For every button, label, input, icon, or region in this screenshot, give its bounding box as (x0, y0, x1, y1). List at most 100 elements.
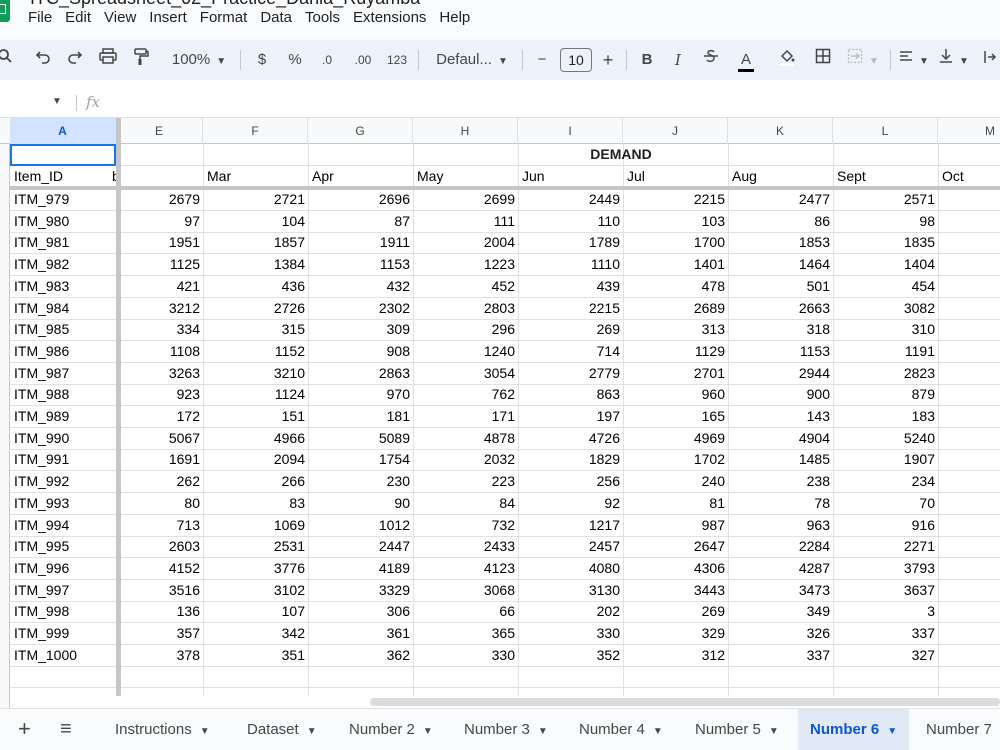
demand-cell[interactable]: 439 (518, 276, 623, 297)
menu-extensions[interactable]: Extensions (353, 9, 426, 29)
demand-cell[interactable]: 4189 (308, 558, 413, 579)
demand-cell[interactable]: 83 (203, 493, 308, 514)
font-size-input[interactable]: 10 (560, 48, 592, 72)
font-size-value[interactable]: 10 (560, 48, 592, 72)
demand-cell[interactable]: 1907 (833, 449, 938, 470)
borders-icon[interactable] (812, 48, 834, 72)
demand-cell[interactable]: 111 (413, 211, 518, 232)
demand-cell[interactable]: 3776 (203, 558, 308, 579)
demand-cell[interactable]: 863 (518, 384, 623, 405)
demand-cell[interactable]: 143 (728, 406, 833, 427)
header-cell[interactable]: Item_ID (10, 166, 116, 187)
demand-cell[interactable]: 2944 (728, 363, 833, 384)
item-id-cell[interactable]: ITM_991 (10, 449, 116, 470)
demand-cell[interactable]: 1789 (518, 232, 623, 253)
demand-cell[interactable]: 2271 (833, 536, 938, 557)
demand-cell[interactable]: 296 (413, 319, 518, 340)
demand-cell[interactable]: 762 (413, 384, 518, 405)
demand-cell[interactable]: 183 (833, 406, 938, 427)
column-header-m[interactable]: M (938, 118, 1000, 144)
demand-cell[interactable]: 2647 (623, 536, 728, 557)
demand-group-header[interactable]: DEMAND (121, 146, 1000, 162)
demand-cell[interactable]: 4152 (116, 558, 203, 579)
demand-cell[interactable]: 3068 (413, 580, 518, 601)
demand-cell[interactable]: 1108 (116, 341, 203, 362)
demand-cell[interactable]: 421 (116, 276, 203, 297)
bold-button[interactable]: B (637, 48, 657, 72)
undo-icon[interactable] (32, 48, 54, 72)
item-id-cell[interactable]: ITM_984 (10, 298, 116, 319)
demand-cell[interactable]: 916 (833, 515, 938, 536)
demand-cell[interactable]: 3102 (203, 580, 308, 601)
demand-cell[interactable]: 351 (203, 645, 308, 666)
demand-cell[interactable]: 900 (728, 384, 833, 405)
demand-cell[interactable]: 2531 (203, 536, 308, 557)
italic-button[interactable]: I (668, 48, 688, 72)
sheet-tab-caret-icon[interactable]: ▼ (538, 726, 548, 737)
demand-cell[interactable]: 165 (623, 406, 728, 427)
item-id-cell[interactable]: ITM_1000 (10, 645, 116, 666)
item-id-cell[interactable]: ITM_980 (10, 211, 116, 232)
frozen-columns-divider[interactable] (116, 118, 121, 696)
header-cell[interactable]: Aug (728, 166, 833, 187)
demand-cell[interactable]: 1191 (833, 341, 938, 362)
column-header-h[interactable]: H (413, 118, 518, 144)
sheet-tab-dataset[interactable]: Dataset ▼ (235, 709, 329, 750)
sheet-tab-caret-icon[interactable]: ▼ (423, 726, 433, 737)
demand-cell[interactable]: 81 (623, 493, 728, 514)
spreadsheet-grid[interactable]: AEFGHIJKLM Item_IDbMarAprMayJunJulAugSep… (0, 118, 1000, 708)
demand-cell[interactable]: 970 (308, 384, 413, 405)
demand-cell[interactable]: 151 (203, 406, 308, 427)
demand-cell[interactable]: 306 (308, 601, 413, 622)
demand-cell[interactable]: 310 (833, 319, 938, 340)
format-percent-button[interactable]: % (284, 48, 306, 72)
horizontal-align-icon[interactable]: ▼ (898, 48, 930, 72)
demand-cell[interactable]: 326 (728, 623, 833, 644)
demand-cell[interactable]: 2477 (728, 189, 833, 210)
demand-cell[interactable]: 3473 (728, 580, 833, 601)
menu-file[interactable]: File (28, 9, 52, 29)
sheet-tab-number-4[interactable]: Number 4 ▼ (567, 709, 675, 750)
sheet-tab-caret-icon[interactable]: ▼ (200, 726, 210, 737)
demand-cell[interactable]: 136 (116, 601, 203, 622)
sheet-tab-number-6[interactable]: Number 6 ▼ (798, 709, 910, 750)
demand-cell[interactable]: 5240 (833, 428, 938, 449)
demand-cell[interactable]: 2803 (413, 298, 518, 319)
demand-cell[interactable]: 318 (728, 319, 833, 340)
item-id-cell[interactable]: ITM_983 (10, 276, 116, 297)
demand-cell[interactable]: 2284 (728, 536, 833, 557)
sheet-tab-number-7[interactable]: Number 7 (914, 709, 1000, 750)
increase-font-size-button[interactable]: + (598, 48, 618, 72)
strikethrough-icon[interactable] (700, 48, 722, 72)
zoom-select[interactable]: 100% ▼ (164, 48, 234, 72)
demand-cell[interactable]: 4306 (623, 558, 728, 579)
name-box-dropdown-icon[interactable]: ▼ (52, 96, 62, 107)
demand-cell[interactable]: 230 (308, 471, 413, 492)
demand-cell[interactable]: 713 (116, 515, 203, 536)
menu-insert[interactable]: Insert (149, 9, 187, 29)
column-header-k[interactable]: K (728, 118, 833, 144)
item-id-cell[interactable]: ITM_993 (10, 493, 116, 514)
demand-cell[interactable]: 98 (833, 211, 938, 232)
menu-edit[interactable]: Edit (65, 9, 91, 29)
demand-cell[interactable]: 478 (623, 276, 728, 297)
item-id-cell[interactable]: ITM_998 (10, 601, 116, 622)
demand-cell[interactable]: 92 (518, 493, 623, 514)
sheet-tab-instructions[interactable]: Instructions ▼ (103, 709, 222, 750)
demand-cell[interactable]: 86 (728, 211, 833, 232)
demand-cell[interactable]: 107 (203, 601, 308, 622)
demand-cell[interactable]: 2457 (518, 536, 623, 557)
demand-cell[interactable]: 1069 (203, 515, 308, 536)
demand-cell[interactable]: 4878 (413, 428, 518, 449)
menu-data[interactable]: Data (260, 9, 292, 29)
item-id-cell[interactable]: ITM_982 (10, 254, 116, 275)
column-header-j[interactable]: J (623, 118, 728, 144)
demand-cell[interactable]: 1911 (308, 232, 413, 253)
item-id-cell[interactable]: ITM_995 (10, 536, 116, 557)
demand-cell[interactable]: 269 (518, 319, 623, 340)
demand-cell[interactable]: 1152 (203, 341, 308, 362)
item-id-cell[interactable]: ITM_999 (10, 623, 116, 644)
demand-cell[interactable]: 4726 (518, 428, 623, 449)
vertical-align-icon[interactable]: ▼ (938, 48, 970, 72)
font-select[interactable]: Defaul... ▼ (428, 48, 516, 72)
